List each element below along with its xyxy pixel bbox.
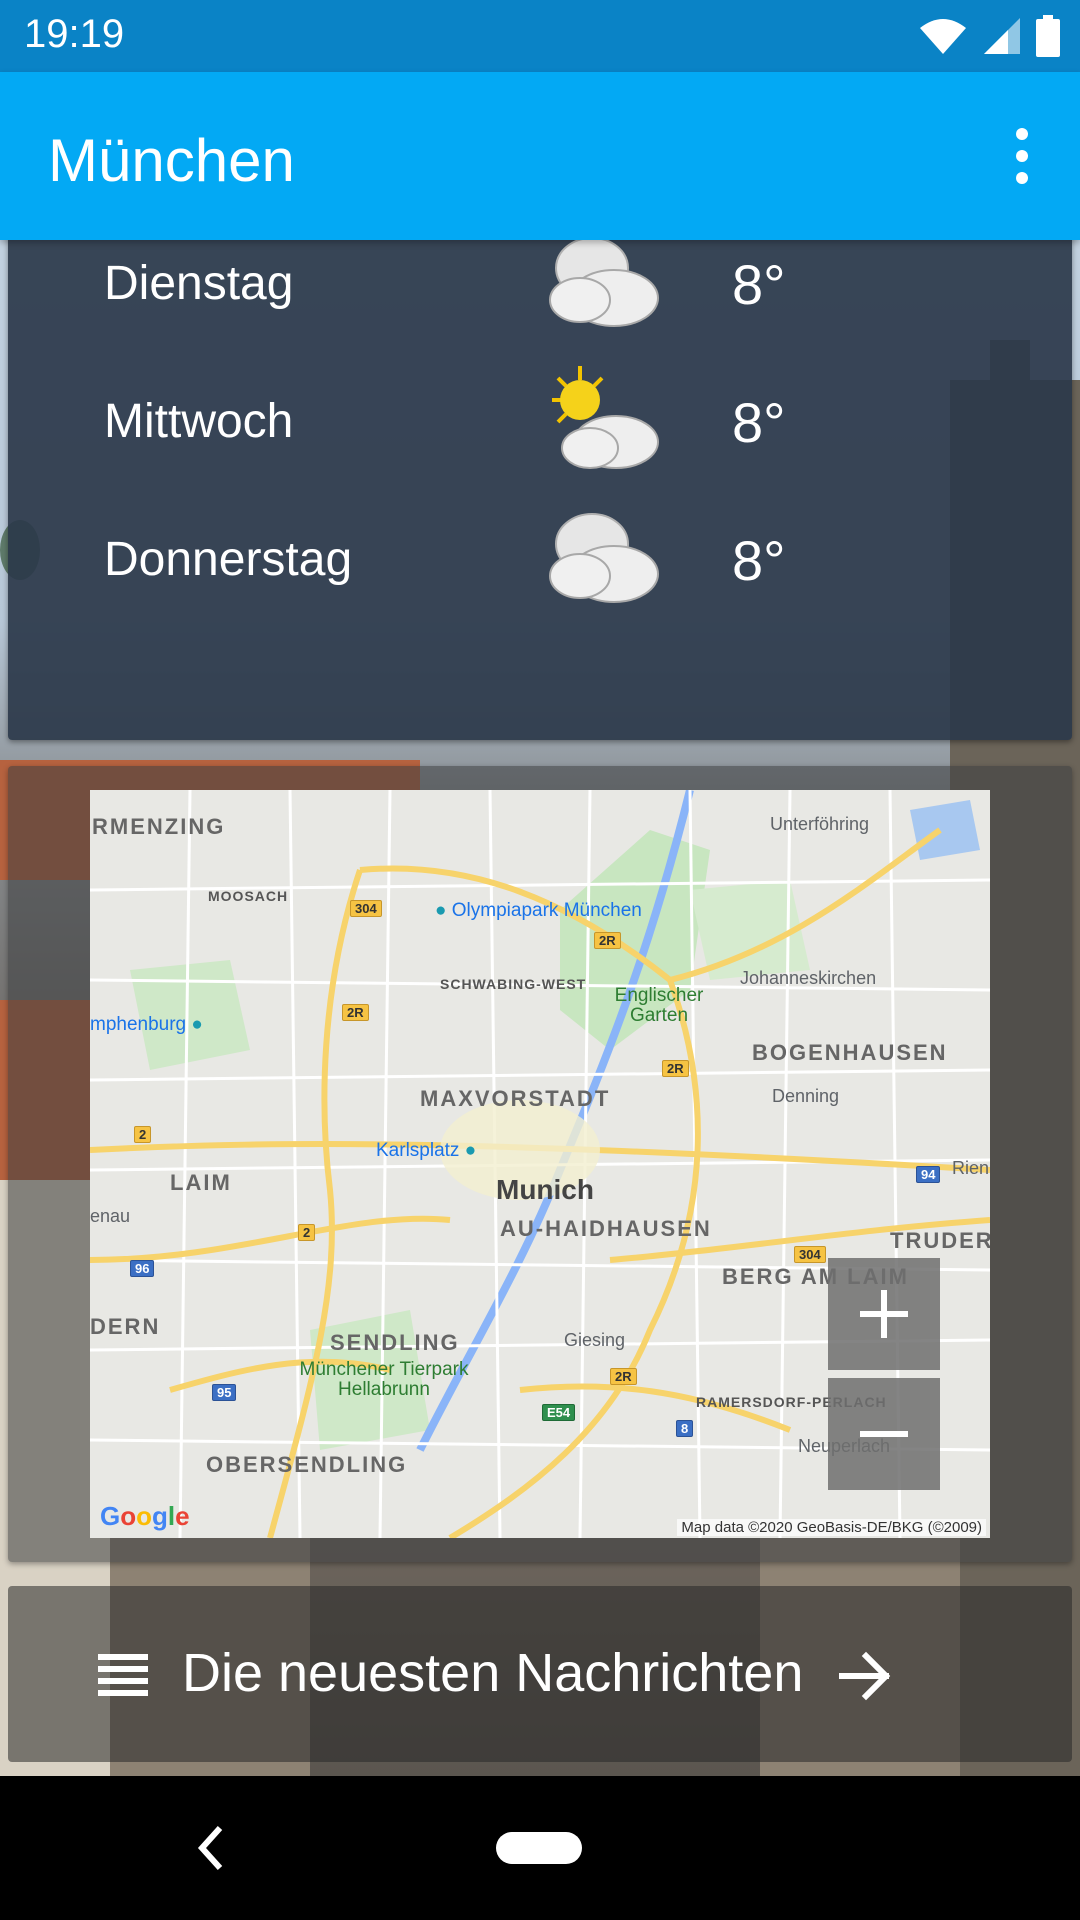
cloudy-icon <box>549 513 659 603</box>
zoom-in-button[interactable] <box>828 1258 940 1370</box>
map-label: SCHWABING-WEST <box>440 976 587 992</box>
road-shield: 94 <box>916 1166 941 1183</box>
map-label: Giesing <box>564 1330 626 1350</box>
map-label: Johanneskirchen <box>740 968 877 988</box>
map-label: DERN <box>90 1314 161 1339</box>
home-pill-icon[interactable] <box>496 1832 582 1864</box>
map-attribution[interactable]: Map data ©2020 GeoBasis-DE/BKG (©2009) <box>677 1519 986 1536</box>
map-label: Unterföhring <box>770 814 870 834</box>
map-label: SENDLING <box>330 1330 460 1355</box>
signal-icon <box>984 18 1020 54</box>
road-shield: 2R <box>594 932 621 949</box>
map-label: AU-HAIDHAUSEN <box>500 1216 712 1241</box>
map-label: Karlsplatz ● <box>376 1140 476 1162</box>
road-shield: 2 <box>298 1224 316 1241</box>
road-shield: 8 <box>676 1420 694 1437</box>
road-shield: 2R <box>342 1004 369 1021</box>
partly-sunny-icon <box>552 366 659 469</box>
cloudy-icon <box>549 237 659 327</box>
news-button[interactable]: Die neuesten Nachrichten <box>8 1586 1072 1762</box>
map-label: Englischer Garten <box>614 985 704 1026</box>
road-shield: 2R <box>610 1368 637 1385</box>
road-shield: 96 <box>130 1260 155 1277</box>
map-label-karlsplatz: Karlsplatz <box>376 1140 460 1161</box>
google-logo: Google <box>100 1501 190 1531</box>
zoom-out-button[interactable] <box>828 1378 940 1490</box>
road-shield: 2R <box>662 1060 689 1077</box>
road-shield: 304 <box>794 1246 826 1263</box>
more-vert-icon[interactable] <box>990 126 1050 186</box>
forecast-temp: 8° <box>732 253 786 316</box>
map-label: TRUDERI <box>890 1228 990 1253</box>
map-card: RMENZING Unterföhring MOOSACH 304 ● Olym… <box>8 766 1072 1562</box>
map-label: Rien <box>952 1158 990 1178</box>
map-label: MOOSACH <box>208 888 289 904</box>
place-pin-icon: ● <box>464 1140 477 1161</box>
forecast-row: Donnerstag 8° <box>8 492 1072 630</box>
forecast-day: Mittwoch <box>104 395 294 448</box>
map-label: LAIM <box>170 1170 232 1195</box>
plus-icon-vertical <box>881 1290 887 1338</box>
status-time: 19:19 <box>24 12 125 56</box>
app-bar: München <box>0 72 1080 240</box>
map-label: Denning <box>772 1086 840 1106</box>
place-pin-icon: ● <box>191 1014 203 1035</box>
forecast-day: Donnerstag <box>104 533 353 586</box>
map-label: OBERSENDLING <box>206 1452 408 1477</box>
page-title: München <box>48 127 295 194</box>
map-label: RMENZING <box>92 814 226 839</box>
forecast-card: Dienstag 8° Mittwoch 8° Donnerstag 8° <box>8 196 1072 740</box>
map-label: BOGENHAUSEN <box>752 1040 948 1065</box>
map-label-nymphenburg: mphenburg <box>90 1014 187 1035</box>
map-label: Munich <box>496 1174 594 1205</box>
map-label: Münchener Tierpark Hellabrunn <box>299 1359 469 1400</box>
map-label: MAXVORSTADT <box>420 1086 611 1111</box>
place-pin-icon: ● <box>435 900 447 921</box>
battery-icon <box>1036 15 1060 57</box>
road-shield: E54 <box>542 1404 576 1421</box>
back-icon[interactable] <box>190 1822 230 1874</box>
road-shield: 2 <box>134 1126 152 1143</box>
map-label-olympiapark: Olympiapark München <box>451 900 642 921</box>
list-icon <box>98 1654 148 1696</box>
arrow-right-icon <box>839 1651 891 1701</box>
minus-icon <box>860 1431 908 1437</box>
news-label: Die neuesten Nachrichten <box>182 1643 804 1703</box>
forecast-row: Mittwoch 8° <box>8 354 1072 492</box>
wifi-icon <box>920 19 966 54</box>
map-label: ● Olympiapark München <box>435 900 642 922</box>
nav-bar <box>0 1776 1080 1920</box>
forecast-temp: 8° <box>732 529 786 592</box>
status-bar: 19:19 <box>0 0 1080 72</box>
status-icons <box>918 12 1060 60</box>
road-shield: 95 <box>212 1384 237 1401</box>
forecast-day: Dienstag <box>104 257 294 310</box>
map-label: mphenburg ● <box>90 1014 203 1036</box>
road-shield: 304 <box>350 900 382 917</box>
forecast-temp: 8° <box>732 391 786 454</box>
map-view[interactable]: RMENZING Unterföhring MOOSACH 304 ● Olym… <box>90 790 990 1538</box>
map-label: enau <box>90 1206 131 1226</box>
